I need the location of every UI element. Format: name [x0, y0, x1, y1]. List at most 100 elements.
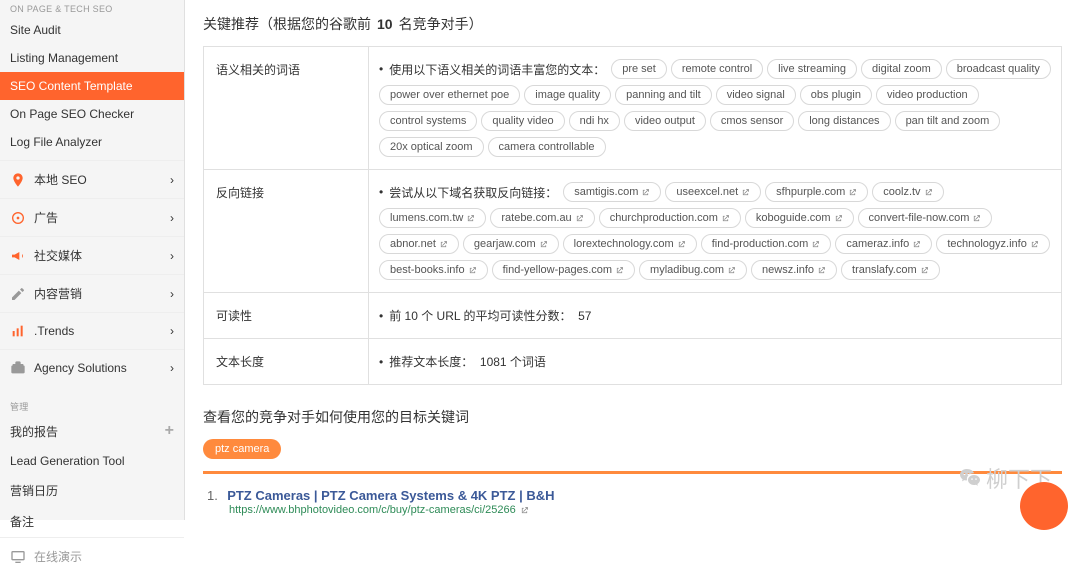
external-link-icon: [520, 506, 529, 515]
keyword-pill[interactable]: find-yellow-pages.com: [492, 260, 635, 280]
floating-action-button[interactable]: [1020, 482, 1068, 530]
sidebar-category-label: 广告: [34, 209, 58, 226]
rec-row-semantic: 语义相关的词语 •使用以下语义相关的词语丰富您的文本： pre setremot…: [204, 47, 1061, 170]
sidebar-item-label: 我的报告: [10, 423, 165, 440]
rec-label-readability: 可读性: [204, 293, 369, 338]
competitor-url[interactable]: https://www.bhphotovideo.com/c/buy/ptz-c…: [229, 504, 1058, 516]
sidebar-section-title: ON PAGE & TECH SEO: [0, 0, 184, 16]
rec-label-backlinks: 反向链接: [204, 170, 369, 292]
rec-content-readability: •前 10 个 URL 的平均可读性分数： 57: [369, 293, 1061, 338]
sidebar-section-title-manage: 管理: [0, 396, 184, 415]
sidebar-category-content[interactable]: 内容营销 ›: [0, 274, 184, 312]
keyword-pill[interactable]: technologyz.info: [936, 234, 1050, 254]
sidebar-item-marketing-calendar[interactable]: 营销日历: [0, 475, 184, 506]
keyword-pill[interactable]: power over ethernet poe: [379, 85, 520, 105]
sidebar-item-label: SEO Content Template: [10, 79, 174, 93]
keyword-pill[interactable]: ndi hx: [569, 111, 620, 131]
keyword-pill[interactable]: video signal: [716, 85, 796, 105]
sidebar-item-onpage-seo-checker[interactable]: On Page SEO Checker: [0, 100, 184, 128]
sidebar-item-listing-management[interactable]: Listing Management: [0, 44, 184, 72]
recommendations-table: 语义相关的词语 •使用以下语义相关的词语丰富您的文本： pre setremot…: [203, 46, 1062, 385]
sidebar-item-log-file-analyzer[interactable]: Log File Analyzer: [0, 128, 184, 156]
chevron-right-icon: ›: [170, 173, 174, 187]
keyword-pill[interactable]: video production: [876, 85, 979, 105]
keyword-pill[interactable]: translafy.com: [841, 260, 940, 280]
pencil-icon: [10, 286, 26, 302]
keyword-pill[interactable]: quality video: [481, 111, 564, 131]
keyword-pill[interactable]: abnor.net: [379, 234, 459, 254]
keyword-pill[interactable]: cameraz.info: [835, 234, 932, 254]
sidebar-item-label: 营销日历: [10, 482, 174, 499]
keyword-pill[interactable]: camera controllable: [488, 137, 606, 157]
competitor-number: 1.: [207, 488, 218, 503]
keyword-pill[interactable]: lorextechnology.com: [563, 234, 697, 254]
keyword-pill[interactable]: sfhpurple.com: [765, 182, 868, 202]
bars-icon: [10, 323, 26, 339]
keyword-pill[interactable]: obs plugin: [800, 85, 872, 105]
rec-row-backlinks: 反向链接 •尝试从以下域名获取反向链接： samtigis.comuseexce…: [204, 170, 1061, 293]
keyword-pill[interactable]: lumens.com.tw: [379, 208, 486, 228]
keyword-pill[interactable]: 20x optical zoom: [379, 137, 484, 157]
sidebar-category-trends[interactable]: .Trends ›: [0, 312, 184, 349]
sidebar-category-local-seo[interactable]: 本地 SEO ›: [0, 160, 184, 198]
keyword-pill[interactable]: pan tilt and zoom: [895, 111, 1001, 131]
sidebar-item-label: Lead Generation Tool: [10, 454, 174, 468]
keyword-pill[interactable]: image quality: [524, 85, 611, 105]
chevron-right-icon: ›: [170, 211, 174, 225]
sidebar-category-social[interactable]: 社交媒体 ›: [0, 236, 184, 274]
sidebar: ON PAGE & TECH SEO Site Audit Listing Ma…: [0, 0, 185, 520]
sidebar-item-demo[interactable]: 在线演示: [0, 537, 184, 575]
keyword-pill[interactable]: cmos sensor: [710, 111, 794, 131]
rec-content-semantic: •使用以下语义相关的词语丰富您的文本： pre setremote contro…: [369, 47, 1061, 169]
rec-content-backlinks: •尝试从以下域名获取反向链接： samtigis.comuseexcel.net…: [369, 170, 1061, 292]
keyword-pill[interactable]: broadcast quality: [946, 59, 1051, 79]
briefcase-icon: [10, 360, 26, 376]
sidebar-category-label: 本地 SEO: [34, 171, 87, 188]
keyword-pill[interactable]: convert-file-now.com: [858, 208, 993, 228]
keyword-pill[interactable]: pre set: [611, 59, 667, 79]
sidebar-item-label: On Page SEO Checker: [10, 107, 174, 121]
keyword-pill[interactable]: myladibug.com: [639, 260, 747, 280]
location-pin-icon: [10, 172, 26, 188]
sidebar-item-notes[interactable]: 备注: [0, 506, 184, 537]
keyword-pill[interactable]: coolz.tv: [872, 182, 943, 202]
keyword-pill[interactable]: useexcel.net: [665, 182, 761, 202]
keyword-pill[interactable]: control systems: [379, 111, 477, 131]
competitors-title: 查看您的竞争对手如何使用您的目标关键词: [203, 407, 1062, 427]
rec-label-semantic: 语义相关的词语: [204, 47, 369, 169]
keyword-pill[interactable]: newsz.info: [751, 260, 837, 280]
rec-row-readability: 可读性 •前 10 个 URL 的平均可读性分数： 57: [204, 293, 1061, 339]
keyword-pill[interactable]: remote control: [671, 59, 763, 79]
sidebar-item-lead-gen[interactable]: Lead Generation Tool: [0, 447, 184, 475]
sidebar-item-my-reports[interactable]: 我的报告+: [0, 415, 184, 447]
keyword-pill[interactable]: video output: [624, 111, 706, 131]
sidebar-demo-label: 在线演示: [34, 548, 82, 565]
keyword-pill[interactable]: koboguide.com: [745, 208, 854, 228]
keyword-pill[interactable]: ratebe.com.au: [490, 208, 594, 228]
keyword-pill[interactable]: gearjaw.com: [463, 234, 559, 254]
sidebar-item-label: Log File Analyzer: [10, 135, 174, 149]
keyword-pill[interactable]: best-books.info: [379, 260, 488, 280]
keyword-pill[interactable]: find-production.com: [701, 234, 832, 254]
keyword-tag[interactable]: ptz camera: [203, 439, 281, 459]
megaphone-icon: [10, 248, 26, 264]
keyword-pill[interactable]: digital zoom: [861, 59, 942, 79]
sidebar-category-ads[interactable]: 广告 ›: [0, 198, 184, 236]
sidebar-item-seo-content-template[interactable]: SEO Content Template: [0, 72, 184, 100]
recommendations-title: 关键推荐（根据您的谷歌前 10 名竞争对手）: [203, 14, 1062, 34]
keyword-pill[interactable]: samtigis.com: [563, 182, 661, 202]
sidebar-item-label: Site Audit: [10, 23, 174, 37]
rec-label-length: 文本长度: [204, 339, 369, 384]
keyword-pill[interactable]: churchproduction.com: [599, 208, 741, 228]
sidebar-item-label: Listing Management: [10, 51, 174, 65]
chevron-right-icon: ›: [170, 361, 174, 375]
sidebar-item-site-audit[interactable]: Site Audit: [0, 16, 184, 44]
competitor-item: 1. PTZ Cameras | PTZ Camera Systems & 4K…: [207, 488, 1058, 520]
keyword-pill[interactable]: long distances: [798, 111, 890, 131]
plus-icon: +: [165, 422, 174, 440]
keyword-pill[interactable]: panning and tilt: [615, 85, 712, 105]
keyword-pill[interactable]: live streaming: [767, 59, 857, 79]
monitor-icon: [10, 549, 26, 565]
competitor-link[interactable]: PTZ Cameras | PTZ Camera Systems & 4K PT…: [227, 488, 554, 503]
sidebar-category-agency[interactable]: Agency Solutions ›: [0, 349, 184, 386]
